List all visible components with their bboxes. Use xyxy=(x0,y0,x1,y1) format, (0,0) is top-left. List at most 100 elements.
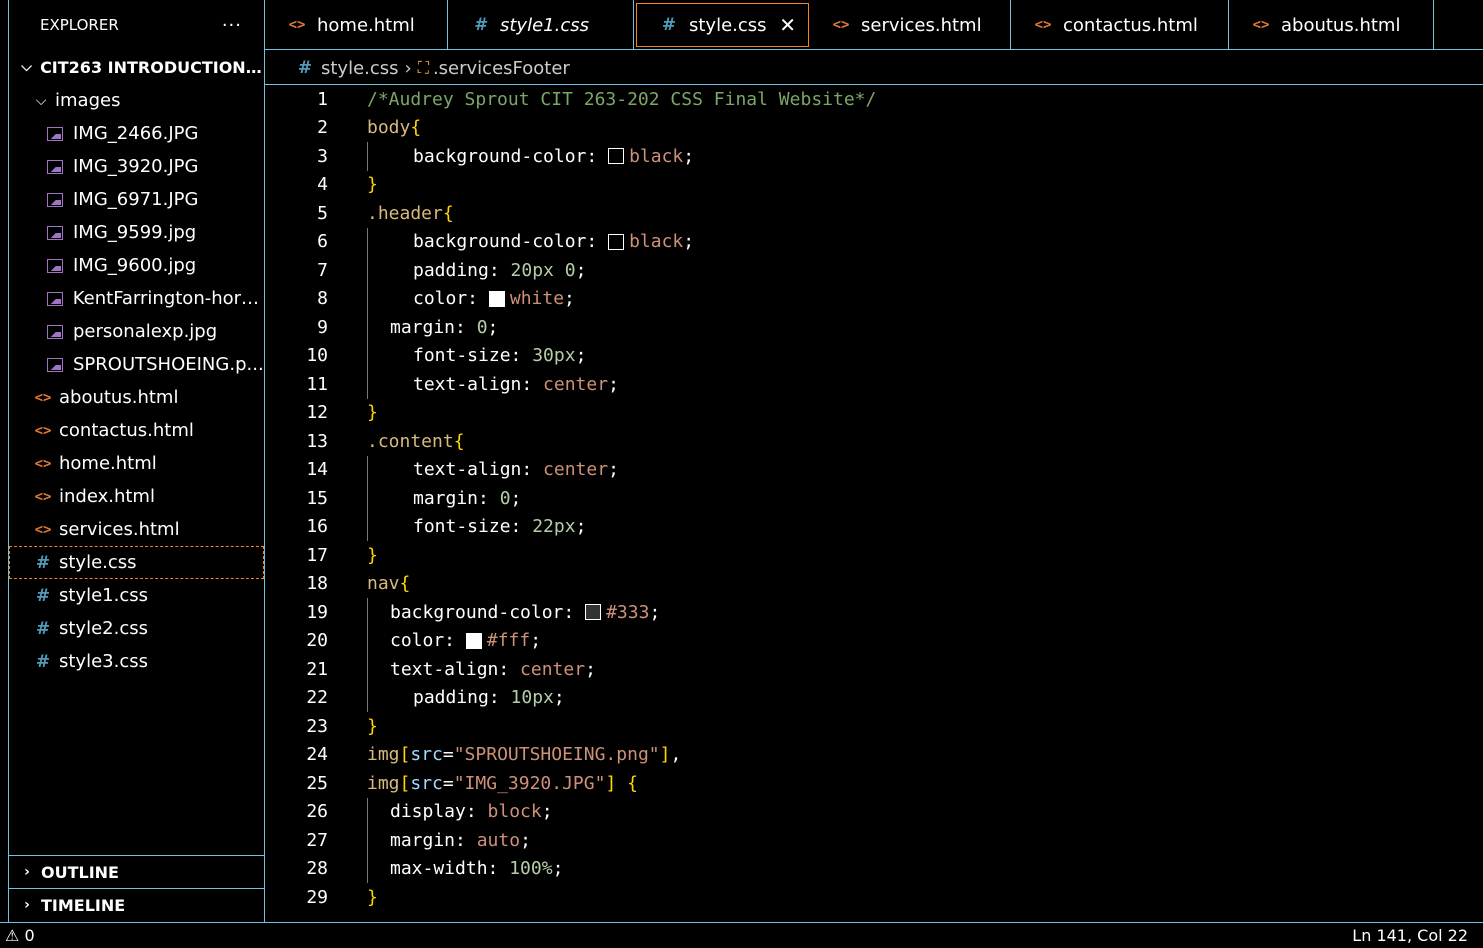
chevron-right-icon: › xyxy=(404,57,412,79)
more-actions-icon[interactable]: ··· xyxy=(222,15,242,36)
line-number: 16 xyxy=(306,516,328,538)
outline-panel[interactable]: › OUTLINE xyxy=(9,855,264,888)
property: margin: xyxy=(390,316,477,338)
image-file-icon xyxy=(47,324,63,339)
file-item[interactable]: SPROUTSHOEING.p... xyxy=(9,348,264,381)
chevron-right-icon: › xyxy=(24,864,30,880)
tab-contactus-html[interactable]: <> contactus.html xyxy=(1011,0,1229,50)
tab-services-html[interactable]: <> services.html xyxy=(809,0,1011,50)
workspace-root[interactable]: ⌵ CIT263 INTRODUCTION T... xyxy=(9,50,264,84)
line-number: 28 xyxy=(306,858,328,880)
cursor-position[interactable]: Ln 141, Col 22 xyxy=(1352,926,1468,945)
code-editor[interactable]: 1 /*Audrey Sprout CIT 263-202 CSS Final W… xyxy=(265,84,1483,922)
explorer-sidebar: EXPLORER ··· ⌵ CIT263 INTRODUCTION T... … xyxy=(8,0,265,922)
line-number: 20 xyxy=(306,630,328,652)
workspace-root-label: CIT263 INTRODUCTION T... xyxy=(40,57,264,77)
code-line: 12} xyxy=(265,399,1483,428)
line-number: 1 xyxy=(317,88,328,110)
file-item[interactable]: # style2.css xyxy=(9,612,264,645)
code-line: 10 font-size: 30px; xyxy=(265,341,1483,370)
code-line: 17} xyxy=(265,541,1483,570)
chevron-down-icon: ⌵ xyxy=(35,92,47,109)
file-item[interactable]: IMG_6971.JPG xyxy=(9,183,264,216)
image-file-icon xyxy=(47,126,63,141)
selector: .header xyxy=(367,202,443,224)
html-file-icon: <> xyxy=(1034,17,1052,33)
file-item[interactable]: # style.css xyxy=(9,546,264,579)
tab-home-html[interactable]: <> home.html xyxy=(265,0,448,50)
file-label: style2.css xyxy=(59,618,148,639)
tab-style-css[interactable]: # style.css ✕ xyxy=(636,3,809,47)
file-label: KentFarrington-hors... xyxy=(72,288,264,309)
file-label: style1.css xyxy=(59,585,148,606)
image-file-icon xyxy=(47,225,63,240)
property: text-align: xyxy=(413,373,544,395)
code-line: 20 color: #fff; xyxy=(265,626,1483,655)
selector: nav xyxy=(367,573,400,595)
breadcrumb: # style.css › ⛶ .servicesFooter xyxy=(265,53,570,83)
code-line: 4} xyxy=(265,171,1483,200)
folder-images[interactable]: ⌵ images xyxy=(9,84,264,117)
timeline-panel[interactable]: › TIMELINE xyxy=(9,888,264,921)
file-item[interactable]: # style1.css xyxy=(9,579,264,612)
code-line: 19 background-color: #333; xyxy=(265,598,1483,627)
warning-icon: ⚠ xyxy=(5,926,20,945)
code-line: 18 nav{ xyxy=(265,570,1483,599)
file-item[interactable]: <> services.html xyxy=(9,513,264,546)
line-number: 24 xyxy=(306,744,328,766)
problems-indicator[interactable]: ⚠ 0 xyxy=(5,926,35,945)
code-line: 6 background-color: black; xyxy=(265,227,1483,256)
color-swatch[interactable] xyxy=(465,632,482,649)
status-bar: ⚠ 0 Ln 141, Col 22 xyxy=(0,922,1483,948)
css-file-icon: # xyxy=(35,585,51,606)
html-file-icon: <> xyxy=(34,488,52,505)
line-number: 19 xyxy=(306,601,328,623)
file-item[interactable]: IMG_3920.JPG xyxy=(9,150,264,183)
breadcrumb-file[interactable]: style.css xyxy=(321,58,399,79)
file-item[interactable]: IMG_9600.jpg xyxy=(9,249,264,282)
html-file-icon: <> xyxy=(34,422,52,439)
tab-label: contactus.html xyxy=(1063,14,1198,36)
color-swatch[interactable] xyxy=(488,290,505,307)
value: 100% xyxy=(509,858,553,880)
file-item[interactable]: IMG_9599.jpg xyxy=(9,216,264,249)
close-icon[interactable]: ✕ xyxy=(779,13,796,37)
property: text-align: xyxy=(413,459,544,481)
value: auto xyxy=(476,829,521,851)
color-swatch[interactable] xyxy=(608,233,625,250)
code-line: 8 color: white; xyxy=(265,284,1483,313)
file-item[interactable]: <> index.html xyxy=(9,480,264,513)
file-item[interactable]: KentFarrington-hors... xyxy=(9,282,264,315)
value: 0 xyxy=(476,316,488,338)
tab-style1-css[interactable]: # style1.css xyxy=(448,0,634,50)
image-file-icon xyxy=(47,192,63,207)
file-label: home.html xyxy=(59,453,157,474)
file-label: IMG_3920.JPG xyxy=(73,156,199,177)
css-file-icon: # xyxy=(297,58,313,78)
breadcrumb-symbol[interactable]: .servicesFooter xyxy=(433,58,570,79)
property: display: xyxy=(390,801,488,823)
css-file-icon: # xyxy=(474,15,486,35)
line-number: 22 xyxy=(306,687,328,709)
tab-label: home.html xyxy=(317,14,415,36)
file-item[interactable]: <> contactus.html xyxy=(9,414,264,447)
file-label: IMG_9600.jpg xyxy=(73,255,197,276)
html-file-icon: <> xyxy=(1252,17,1270,33)
code-line: 27 margin: auto; xyxy=(265,826,1483,855)
color-swatch[interactable] xyxy=(585,604,602,621)
code-line: 29} xyxy=(265,883,1483,912)
file-item[interactable]: <> aboutus.html xyxy=(9,381,264,414)
selector: body xyxy=(367,117,411,139)
file-item[interactable]: # style3.css xyxy=(9,645,264,678)
color-swatch[interactable] xyxy=(608,148,625,165)
file-item[interactable]: <> home.html xyxy=(9,447,264,480)
file-label: style.css xyxy=(59,552,137,573)
code-line: 1 /*Audrey Sprout CIT 263-202 CSS Final W… xyxy=(265,85,1483,114)
tab-label: aboutus.html xyxy=(1281,14,1401,36)
folder-label: images xyxy=(55,90,121,111)
file-item[interactable]: personalexp.jpg xyxy=(9,315,264,348)
string: "SPROUTSHOEING.png" xyxy=(453,744,660,766)
file-item[interactable]: IMG_2466.JPG xyxy=(9,117,264,150)
tab-aboutus-html[interactable]: <> aboutus.html xyxy=(1229,0,1434,50)
code-line: 3 background-color: black; xyxy=(265,142,1483,171)
